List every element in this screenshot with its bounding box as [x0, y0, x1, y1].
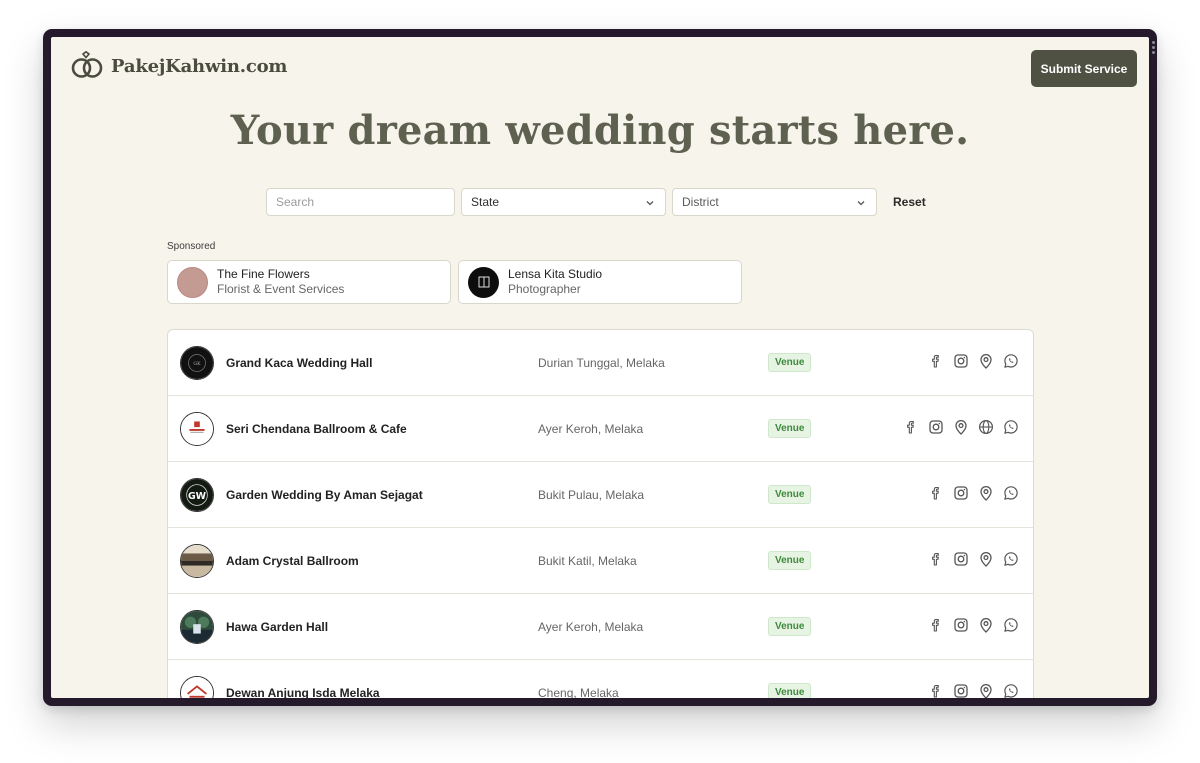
device-frame: PakejKahwin.com Submit Service Your drea…	[43, 29, 1157, 706]
avatar	[180, 544, 214, 578]
camera-logo-icon	[478, 276, 489, 288]
filter-bar: Search State District Reset	[266, 188, 926, 216]
vendor-row[interactable]: GW Garden Wedding By Aman Sejagat Bukit Pu…	[168, 462, 1033, 528]
vendor-list: GK Grand Kaca Wedding Hall Durian Tunggal,…	[167, 329, 1034, 698]
category-badge: Venue	[768, 617, 812, 636]
vendor-links	[920, 616, 1020, 634]
vendor-links	[895, 418, 1020, 436]
instagram-icon[interactable]	[952, 550, 970, 568]
facebook-icon[interactable]	[927, 352, 945, 370]
facebook-icon[interactable]	[927, 484, 945, 502]
vendor-links	[920, 682, 1020, 698]
map-pin-icon[interactable]	[952, 418, 970, 436]
chevron-down-icon	[646, 201, 654, 206]
vendor-name[interactable]: Grand Kaca Wedding Hall	[226, 356, 372, 370]
avatar	[180, 412, 214, 446]
vendor-links	[920, 484, 1020, 502]
avatar	[180, 676, 214, 698]
vendor-links	[920, 550, 1020, 568]
vendor-row[interactable]: Seri Chendana Ballroom & Cafe Ayer Keroh,…	[168, 396, 1033, 462]
site-name: PakejKahwin.com	[111, 55, 288, 77]
category-badge: Venue	[768, 551, 812, 570]
instagram-icon[interactable]	[952, 616, 970, 634]
site-logo[interactable]: PakejKahwin.com	[69, 51, 287, 81]
vendor-name[interactable]: Hawa Garden Hall	[226, 620, 328, 634]
category-badge: Venue	[768, 419, 812, 438]
sponsored-label: Sponsored	[167, 241, 216, 252]
facebook-icon[interactable]	[927, 682, 945, 698]
app-screen: PakejKahwin.com Submit Service Your drea…	[51, 37, 1149, 698]
vendor-location: Cheng, Melaka	[538, 686, 619, 698]
sponsor-name: Lensa Kita Studio	[508, 267, 603, 281]
category-badge: Venue	[768, 485, 812, 504]
vendor-row[interactable]: Dewan Anjung Isda Melaka Cheng, Melaka Ven…	[168, 660, 1033, 698]
instagram-icon[interactable]	[952, 484, 970, 502]
hero-title: Your dream wedding starts here.	[230, 107, 970, 154]
sponsor-category: Photographer	[508, 282, 581, 296]
avatar	[177, 266, 208, 298]
vendor-name[interactable]: Dewan Anjung Isda Melaka	[226, 686, 380, 698]
vendor-location: Ayer Keroh, Melaka	[538, 422, 644, 436]
rings-icon	[71, 51, 103, 78]
whatsapp-icon[interactable]	[1002, 616, 1020, 634]
avatar	[468, 266, 499, 298]
map-pin-icon[interactable]	[977, 484, 995, 502]
whatsapp-icon[interactable]	[1002, 484, 1020, 502]
vendor-links	[920, 352, 1020, 370]
state-select-value: State	[471, 195, 500, 209]
search-input[interactable]: Search	[266, 188, 455, 216]
facebook-icon[interactable]	[902, 418, 920, 436]
vendor-location: Bukit Katil, Melaka	[538, 554, 637, 568]
vendor-location: Durian Tunggal, Melaka	[538, 356, 665, 370]
whatsapp-icon[interactable]	[1002, 352, 1020, 370]
vendor-row[interactable]: Hawa Garden Hall Ayer Keroh, Melaka Venue	[168, 594, 1033, 660]
state-select[interactable]: State	[461, 188, 666, 216]
category-badge: Venue	[768, 683, 812, 698]
map-pin-icon[interactable]	[977, 352, 995, 370]
map-pin-icon[interactable]	[977, 550, 995, 568]
svg-text:GW: GW	[188, 491, 207, 502]
map-pin-icon[interactable]	[977, 682, 995, 698]
chevron-down-icon	[857, 201, 865, 206]
vendor-location: Ayer Keroh, Melaka	[538, 620, 644, 634]
facebook-icon[interactable]	[927, 550, 945, 568]
vendor-name[interactable]: Seri Chendana Ballroom & Cafe	[226, 422, 407, 436]
avatar	[180, 610, 214, 644]
device-dots	[1152, 41, 1155, 56]
sponsored-card[interactable]: Lensa Kita Studio Photographer	[458, 260, 742, 304]
sponsor-name: The Fine Flowers	[217, 267, 310, 281]
reset-button[interactable]: Reset	[893, 195, 926, 209]
map-pin-icon[interactable]	[977, 616, 995, 634]
avatar: GW	[180, 478, 214, 512]
whatsapp-icon[interactable]	[1002, 682, 1020, 698]
whatsapp-icon[interactable]	[1002, 418, 1020, 436]
sponsor-category: Florist & Event Services	[217, 282, 345, 296]
avatar: GK	[180, 346, 214, 380]
submit-service-button[interactable]: Submit Service	[1031, 50, 1137, 87]
instagram-icon[interactable]	[952, 682, 970, 698]
vendor-row[interactable]: GK Grand Kaca Wedding Hall Durian Tunggal,…	[168, 330, 1033, 396]
vendor-row[interactable]: Adam Crystal Ballroom Bukit Katil, Melaka…	[168, 528, 1033, 594]
category-badge: Venue	[768, 353, 812, 372]
vendor-location: Bukit Pulau, Melaka	[538, 488, 645, 502]
globe-icon[interactable]	[977, 418, 995, 436]
vendor-name[interactable]: Garden Wedding By Aman Sejagat	[226, 488, 423, 502]
facebook-icon[interactable]	[927, 616, 945, 634]
district-select-value: District	[682, 195, 719, 209]
instagram-icon[interactable]	[927, 418, 945, 436]
sponsored-card[interactable]: The Fine Flowers Florist & Event Service…	[167, 260, 451, 304]
whatsapp-icon[interactable]	[1002, 550, 1020, 568]
svg-text:GK: GK	[193, 361, 201, 367]
vendor-name[interactable]: Adam Crystal Ballroom	[226, 554, 359, 568]
instagram-icon[interactable]	[952, 352, 970, 370]
district-select[interactable]: District	[672, 188, 877, 216]
